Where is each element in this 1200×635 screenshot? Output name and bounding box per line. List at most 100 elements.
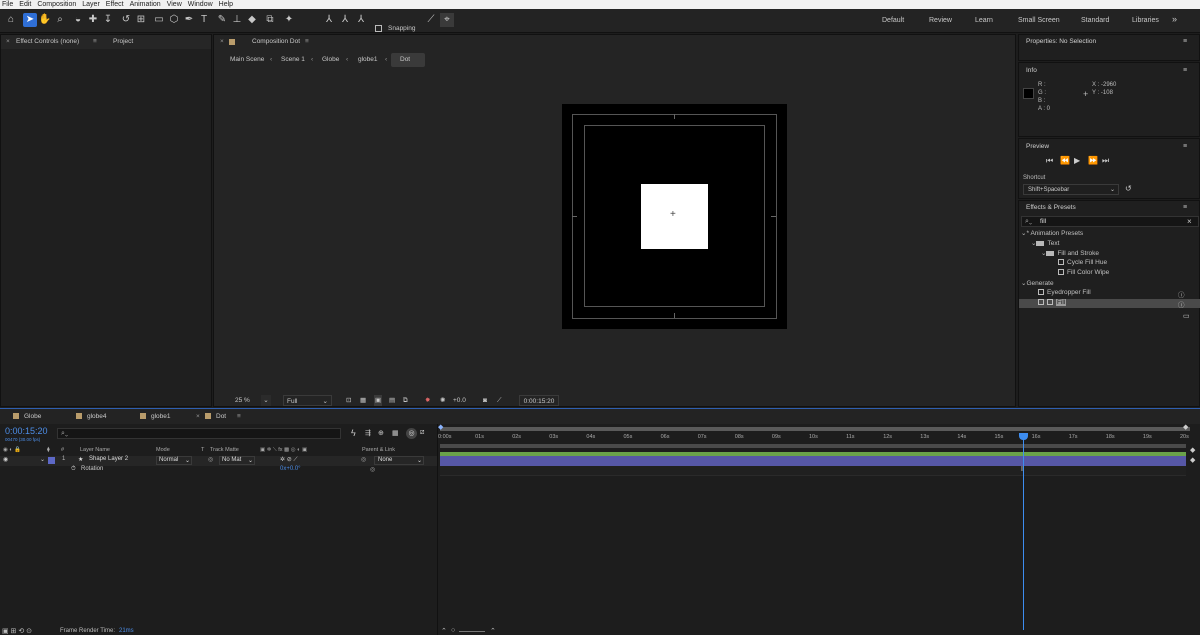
layer-color-label[interactable] bbox=[48, 457, 55, 464]
panel-menu-icon[interactable]: ≡ bbox=[93, 35, 97, 49]
workspace-default[interactable]: Default bbox=[882, 17, 904, 24]
tab-globe1[interactable]: globe1 bbox=[140, 410, 171, 424]
workspace-review[interactable]: Review bbox=[929, 17, 952, 24]
menu-animation[interactable]: Animation bbox=[127, 0, 164, 9]
home-icon[interactable]: ⌂ bbox=[4, 13, 18, 27]
col-layer-name[interactable]: Layer Name bbox=[80, 447, 110, 453]
end-marker-icon[interactable]: ◆ bbox=[1190, 446, 1195, 454]
comp-panel-title[interactable]: Composition Dot bbox=[252, 35, 300, 49]
last-frame-icon[interactable]: ⏭ bbox=[1102, 156, 1109, 166]
pan-behind-icon[interactable]: ⊞ bbox=[134, 13, 148, 27]
grid-guides-icon[interactable]: ▤ bbox=[389, 395, 395, 406]
shortcut-select[interactable]: Shift+Spacebar ⌄ bbox=[1023, 184, 1119, 195]
tab-globe[interactable]: Globe bbox=[13, 410, 41, 424]
rectangle-tool-icon[interactable]: ▭ bbox=[152, 13, 166, 27]
snap-edges-icon[interactable]: ⟋ bbox=[424, 13, 438, 27]
playhead-handle[interactable] bbox=[1019, 433, 1028, 440]
tree-cycle-fill-hue[interactable]: Cycle Fill Hue bbox=[1058, 259, 1107, 266]
shy-layers-icon[interactable]: ⊕ bbox=[378, 429, 384, 437]
previous-frame-icon[interactable]: ⏪ bbox=[1060, 156, 1070, 165]
puppet-pin-icon[interactable]: ✦ bbox=[282, 13, 296, 27]
camera-snapshot-icon[interactable]: ◙ bbox=[483, 395, 487, 406]
effects-menu-icon[interactable]: ≡ bbox=[1183, 204, 1187, 211]
tab-globe4[interactable]: globe4 bbox=[76, 410, 107, 424]
zoom-in-icon[interactable]: ⌃ bbox=[490, 627, 496, 635]
viewer-timecode[interactable]: 0:00:15:20 bbox=[519, 395, 559, 406]
eraser-tool-icon[interactable]: ◆ bbox=[245, 13, 259, 27]
close-dot-tab-icon[interactable]: × bbox=[196, 410, 200, 424]
zoom-tool-icon[interactable]: ⌕ bbox=[53, 13, 67, 27]
selection-tool-icon[interactable]: ➤ bbox=[23, 13, 37, 27]
transparency-grid-icon[interactable]: ▦ bbox=[360, 395, 366, 406]
brush-tool-icon[interactable]: ✎ bbox=[215, 13, 229, 27]
exposure-value[interactable]: +0.0 bbox=[453, 395, 466, 406]
info-circle-icon[interactable]: ⓘ bbox=[1178, 289, 1185, 299]
snap-features-icon[interactable]: ⌖ bbox=[440, 13, 454, 27]
exposure-icon[interactable]: ✺ bbox=[440, 395, 445, 406]
menu-layer[interactable]: Layer bbox=[79, 0, 103, 9]
mask-visibility-icon[interactable]: ▣ bbox=[374, 395, 383, 406]
matte-link-icon[interactable]: ◎ bbox=[208, 456, 213, 463]
breadcrumb-globe[interactable]: Globe bbox=[322, 56, 339, 63]
timeline-menu-icon[interactable]: ≡ bbox=[237, 410, 241, 424]
workspace-standard[interactable]: Standard bbox=[1081, 17, 1109, 24]
clone-stamp-icon[interactable]: ⊥ bbox=[230, 13, 244, 27]
menu-view[interactable]: View bbox=[164, 0, 185, 9]
clear-search-icon[interactable]: × bbox=[1187, 217, 1192, 227]
workspace-overflow-icon[interactable]: » bbox=[1172, 14, 1177, 24]
menu-file[interactable]: File bbox=[0, 0, 16, 9]
breadcrumb-scene-1[interactable]: Scene 1 bbox=[281, 56, 305, 63]
layer-bar[interactable] bbox=[440, 456, 1186, 466]
world-axis-icon[interactable]: ⅄ bbox=[338, 13, 352, 27]
playhead-line[interactable] bbox=[1023, 433, 1024, 630]
show-snapshot-icon[interactable]: ⟋ bbox=[497, 395, 502, 406]
info-circle-icon[interactable]: ⓘ bbox=[1178, 299, 1185, 309]
first-frame-icon[interactable]: ⏮ bbox=[1046, 156, 1053, 166]
resolution-select[interactable]: Full ⌄ bbox=[283, 395, 332, 406]
anchor-point-icon[interactable]: + bbox=[670, 210, 676, 220]
preview-menu-icon[interactable]: ≡ bbox=[1183, 143, 1187, 150]
menu-edit[interactable]: Edit bbox=[16, 0, 34, 9]
work-area-bar[interactable] bbox=[440, 444, 1186, 448]
navigator-bar[interactable] bbox=[440, 427, 1190, 431]
composition-canvas[interactable]: + bbox=[562, 104, 787, 329]
tab-project[interactable]: Project bbox=[113, 35, 133, 49]
composition-marker-icon[interactable]: ◆ bbox=[1190, 456, 1195, 464]
stopwatch-icon[interactable]: ⏱ bbox=[71, 466, 76, 473]
breadcrumb-main-scene[interactable]: Main Scene bbox=[230, 56, 264, 63]
timeline-search-input[interactable]: ⌕⌄ bbox=[57, 428, 341, 439]
track-matte-select[interactable]: No Mat ⌄ bbox=[219, 456, 255, 465]
dolly-camera-icon[interactable]: ↧ bbox=[101, 13, 115, 27]
color-channels-icon[interactable]: ✸ bbox=[425, 395, 430, 406]
new-preset-folder-icon[interactable]: ▭ bbox=[1183, 312, 1190, 320]
pickwhip-icon[interactable]: ◎ bbox=[361, 456, 366, 463]
tree-fill-color-wipe[interactable]: Fill Color Wipe bbox=[1058, 269, 1109, 276]
menu-composition[interactable]: Composition bbox=[34, 0, 79, 9]
status-icons[interactable]: ▣ ⊞ ⟲ ⊙ bbox=[2, 627, 32, 635]
pan-camera-icon[interactable]: ✚ bbox=[86, 13, 100, 27]
menu-window[interactable]: Window bbox=[185, 0, 216, 9]
layer-name[interactable]: Shape Layer 2 bbox=[89, 456, 128, 462]
rotation-value[interactable]: 0x+0.0° bbox=[280, 466, 301, 472]
info-menu-icon[interactable]: ≡ bbox=[1183, 67, 1187, 74]
tree-fill-and-stroke[interactable]: ⌄ Fill and Stroke bbox=[1041, 249, 1099, 257]
snapshot-view-icon[interactable]: ⧉ bbox=[403, 395, 408, 406]
effects-search-input[interactable]: ⌕⌄ fill × bbox=[1021, 216, 1199, 227]
zoom-out-icon[interactable]: ⌃ bbox=[441, 627, 447, 635]
zoom-level[interactable]: 25 % bbox=[235, 395, 250, 406]
tree-eyedropper-fill[interactable]: Eyedropper Fill bbox=[1038, 289, 1091, 296]
breadcrumb-globe1[interactable]: globe1 bbox=[358, 56, 378, 63]
pen-tool-icon[interactable]: ✒ bbox=[182, 13, 196, 27]
close-tab-icon[interactable]: × bbox=[6, 35, 10, 49]
local-axis-icon[interactable]: ⅄ bbox=[322, 13, 336, 27]
current-time-display[interactable]: 0:00:15:20 bbox=[5, 426, 48, 436]
visibility-eye-icon[interactable]: ◉ bbox=[3, 456, 8, 463]
snapping-checkbox[interactable] bbox=[375, 25, 382, 32]
shape-3d-icon[interactable]: ⬡ bbox=[167, 13, 181, 27]
type-tool-icon[interactable]: T bbox=[197, 13, 211, 27]
properties-menu-icon[interactable]: ≡ bbox=[1183, 38, 1187, 45]
navigator-start-handle[interactable]: ◆ bbox=[438, 423, 443, 431]
tab-dot[interactable]: Dot bbox=[205, 410, 226, 424]
view-axis-icon[interactable]: ⅄ bbox=[354, 13, 368, 27]
reset-shortcut-icon[interactable]: ↺ bbox=[1125, 184, 1132, 193]
